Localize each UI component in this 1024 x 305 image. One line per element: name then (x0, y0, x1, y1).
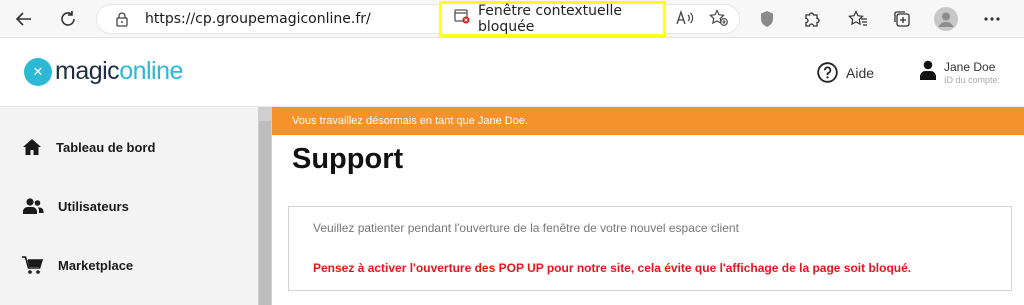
logo-text-part2: online (119, 57, 183, 85)
help-label: Aide (846, 64, 875, 81)
sidebar-item-users[interactable]: Utilisateurs (0, 186, 258, 226)
collections-button[interactable] (888, 5, 916, 33)
sidebar-item-label: Utilisateurs (58, 198, 129, 214)
help-link[interactable]: Aide (817, 62, 874, 83)
arrow-left-icon (15, 12, 31, 26)
more-menu-button[interactable] (978, 5, 1006, 33)
app-header: ✕ magiconline Aide Jane Doe ID du compte… (0, 38, 1024, 107)
impersonation-banner: Vous travaillez désormais en tant que Ja… (272, 107, 1024, 135)
sidebar-scrollbar[interactable] (258, 107, 272, 305)
sidebar-item-dashboard[interactable]: Tableau de bord (0, 127, 258, 167)
collections-icon (894, 11, 910, 27)
users-icon (23, 198, 44, 214)
cart-icon (22, 256, 44, 274)
account-id-label: ID du compte: (944, 75, 1001, 85)
more-icon (984, 17, 1000, 21)
browser-toolbar: https://cp.groupemagiconline.fr/ Fenêtre… (0, 0, 1024, 38)
popup-blocked-label: Fenêtre contextuelle bloquée (478, 3, 623, 35)
favorites-button[interactable] (844, 5, 872, 33)
extensions-button[interactable] (798, 5, 826, 33)
refresh-icon (61, 11, 75, 26)
loading-message: Veuillez patienter pendant l'ouverture d… (313, 221, 739, 235)
user-name: Jane Doe (944, 60, 996, 74)
user-icon (920, 60, 936, 80)
popup-blocked-icon (454, 9, 470, 29)
scrollbar-thumb[interactable] (259, 121, 271, 305)
user-menu[interactable]: Jane Doe ID du compte: (920, 60, 1000, 85)
profile-button[interactable] (932, 5, 960, 33)
add-favorite-button[interactable] (706, 5, 732, 31)
tracking-shield-button[interactable] (753, 5, 781, 33)
puzzle-icon (805, 12, 820, 27)
sidebar-item-label: Tableau de bord (56, 139, 156, 155)
url-text[interactable]: https://cp.groupemagiconline.fr/ (145, 11, 371, 27)
back-button[interactable] (10, 5, 38, 33)
popup-blocked-indicator[interactable]: Fenêtre contextuelle bloquée (439, 1, 666, 37)
question-circle-icon (817, 62, 838, 83)
avatar-icon (934, 7, 958, 31)
favorites-icon (848, 10, 867, 26)
page-title: Support (292, 143, 404, 175)
shield-icon (761, 11, 773, 27)
logo[interactable]: ✕ magiconline (24, 57, 183, 86)
logo-text-part1: magic (55, 57, 120, 85)
star-plus-icon (709, 9, 728, 26)
sidebar-item-label: Marketplace (58, 257, 134, 273)
read-aloud-button[interactable] (672, 5, 698, 31)
lock-icon (115, 12, 129, 32)
logo-text: magiconline (55, 57, 183, 86)
popup-warning-message: Pensez à activer l'ouverture des POP UP … (313, 261, 912, 275)
sidebar: Tableau de bord Utilisateurs Marketplace (0, 107, 272, 305)
refresh-button[interactable] (54, 5, 82, 33)
read-aloud-icon (676, 10, 694, 25)
home-icon (23, 139, 41, 155)
support-message-card: Veuillez patienter pendant l'ouverture d… (288, 206, 1012, 291)
logo-mark-icon: ✕ (24, 57, 52, 86)
sidebar-item-marketplace[interactable]: Marketplace (0, 245, 258, 285)
